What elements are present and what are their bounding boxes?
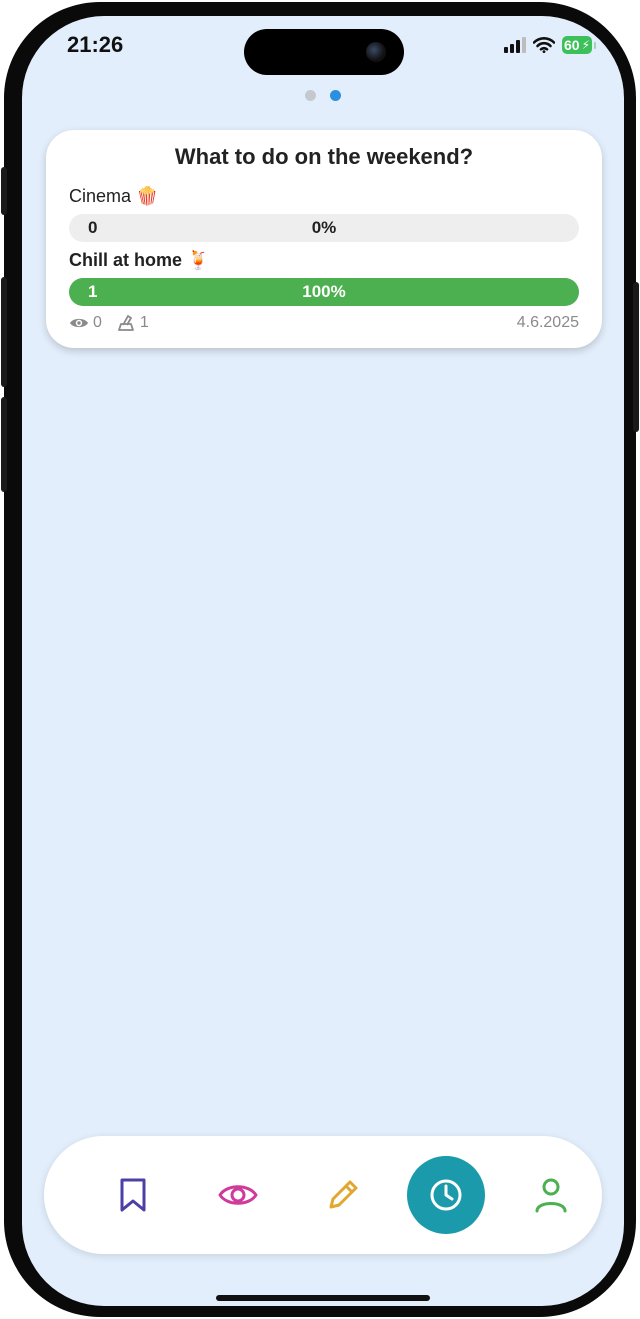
status-indicators: 60 ⚡ <box>504 36 596 54</box>
dynamic-island <box>244 29 404 75</box>
poll-stats: 0 1 <box>69 314 149 332</box>
tab-history[interactable] <box>407 1156 485 1234</box>
side-button-action <box>1 167 7 215</box>
battery-level: 60 <box>564 37 580 53</box>
page-dot[interactable] <box>305 90 316 101</box>
side-button-power <box>633 282 639 432</box>
side-button-volume-down <box>1 397 7 492</box>
poll-date: 4.6.2025 <box>516 314 579 331</box>
pencil-icon <box>329 1180 358 1209</box>
bottom-tab-bar <box>44 1136 602 1254</box>
option-label-cinema: Cinema 🍿 <box>69 186 159 206</box>
screen: 21:26 60 ⚡ What to do on the weekend? Ci… <box>22 16 624 1306</box>
eye-icon <box>70 318 88 328</box>
battery-icon: 60 ⚡ <box>562 36 592 54</box>
side-button-volume-up <box>1 277 7 387</box>
option-bar-chill-at-home[interactable]: 1 100% <box>69 278 579 306</box>
option-percent: 100% <box>302 282 346 301</box>
option-percent: 0% <box>311 218 337 237</box>
battery-tip <box>594 41 596 49</box>
votes-count: 1 <box>139 314 149 331</box>
page-dot-active[interactable] <box>330 90 341 101</box>
cellular-signal-icon <box>504 37 526 53</box>
poll-card[interactable]: What to do on the weekend? Cinema 🍿 0 0%… <box>46 130 602 348</box>
clock-icon <box>430 1179 462 1211</box>
home-indicator[interactable] <box>216 1295 430 1301</box>
camera-icon <box>366 42 386 62</box>
eye-icon <box>218 1185 258 1205</box>
tab-create[interactable] <box>310 1162 376 1228</box>
person-icon <box>535 1178 567 1213</box>
bookmark-icon <box>120 1178 146 1212</box>
phone-frame: 21:26 60 ⚡ What to do on the weekend? Ci… <box>1 2 639 1317</box>
tab-profile[interactable] <box>518 1162 584 1228</box>
status-time: 21:26 <box>67 32 124 57</box>
charging-bolt-icon: ⚡ <box>581 38 590 52</box>
page-indicator[interactable] <box>22 90 624 101</box>
tab-bookmarks[interactable] <box>100 1162 166 1228</box>
tab-views[interactable] <box>205 1162 271 1228</box>
wifi-icon <box>533 37 555 53</box>
views-count: 0 <box>93 314 102 331</box>
poll-title: What to do on the weekend? <box>174 144 474 169</box>
ballot-box-icon <box>118 315 134 331</box>
option-label-chill-at-home: Chill at home 🍹 <box>69 250 210 270</box>
option-bar-cinema[interactable]: 0 0% <box>69 214 579 242</box>
